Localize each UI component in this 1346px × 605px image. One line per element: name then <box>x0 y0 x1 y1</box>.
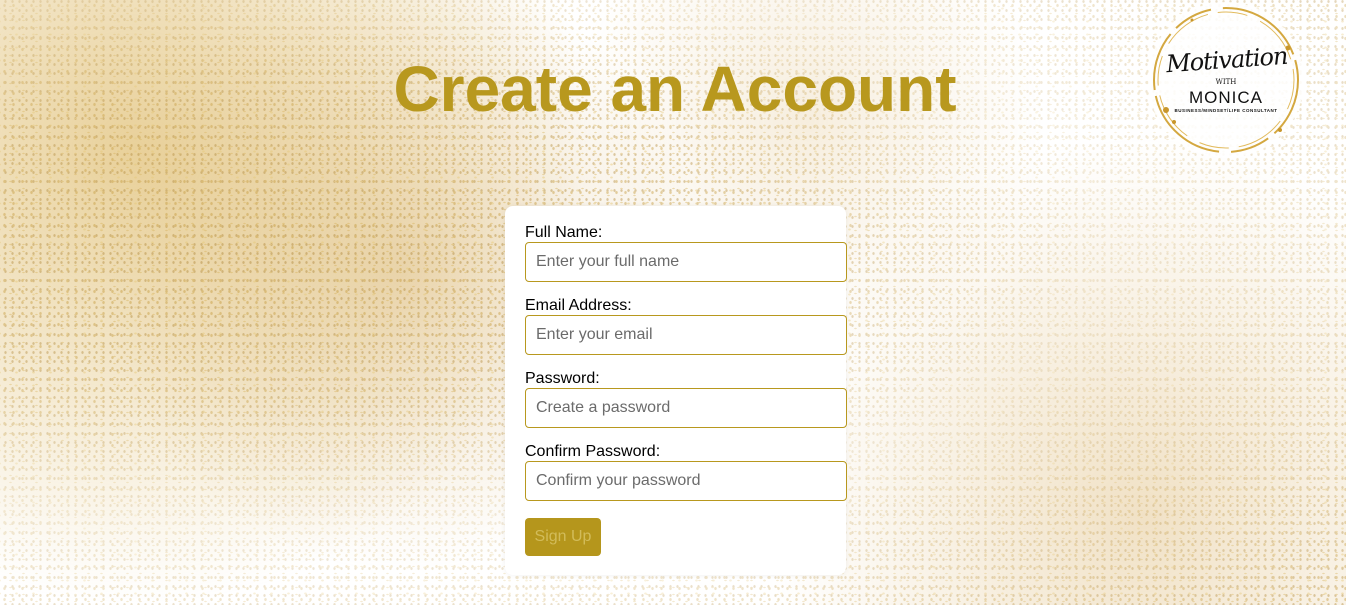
password-label: Password: <box>525 370 600 387</box>
logo-with-text: WITH <box>1215 78 1237 86</box>
confirm-password-input[interactable] <box>525 461 847 501</box>
logo-name-text: MONICA <box>1189 88 1263 107</box>
email-label: Email Address: <box>525 297 632 314</box>
brand-logo: Motivation WITH MONICA BUSINESS/MINDSET/… <box>1148 2 1304 158</box>
confirm-password-label: Confirm Password: <box>525 443 661 460</box>
page-title: Create an Account <box>393 53 957 125</box>
full-name-label: Full Name: <box>525 224 603 241</box>
logo-tagline-text: BUSINESS/MINDSET/LIFE CONSULTANT <box>1174 108 1278 113</box>
sign-up-button[interactable]: Sign Up <box>525 518 601 556</box>
full-name-input[interactable] <box>525 242 847 282</box>
signup-form: Full Name: Email Address: Password: Conf… <box>505 206 847 575</box>
full-name-field: Full Name: <box>525 224 847 282</box>
email-input[interactable] <box>525 315 847 355</box>
password-field: Password: <box>525 370 847 428</box>
password-input[interactable] <box>525 388 847 428</box>
email-field: Email Address: <box>525 297 847 355</box>
confirm-password-field: Confirm Password: <box>525 443 847 501</box>
